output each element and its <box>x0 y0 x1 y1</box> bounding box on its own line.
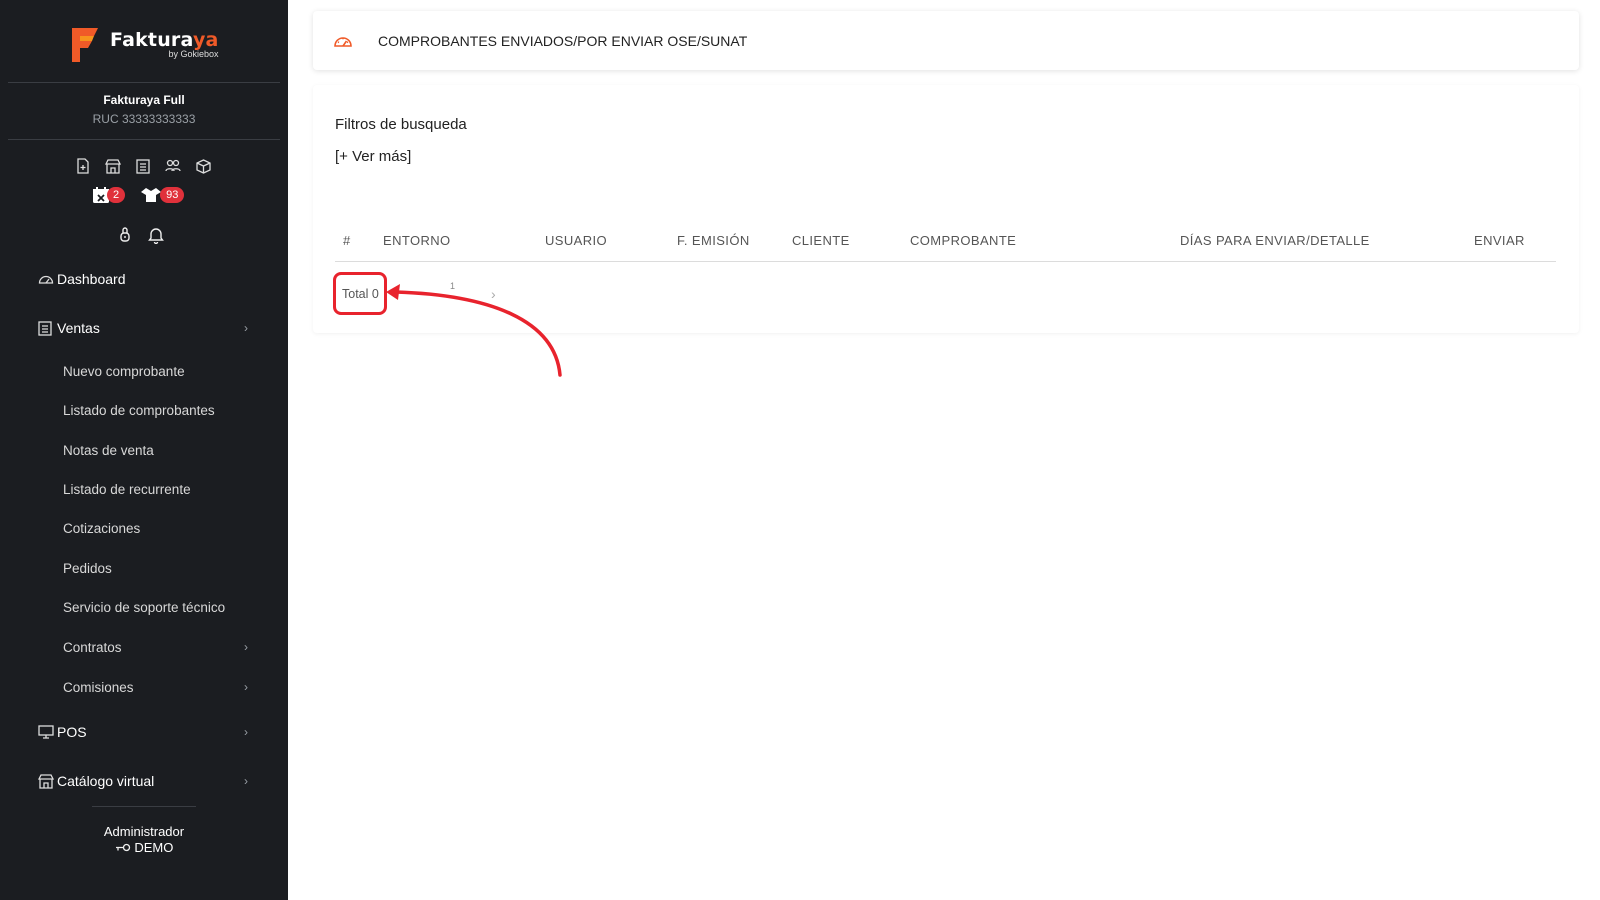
sidebar-item-label: POS <box>57 724 87 740</box>
monitor-icon <box>38 724 54 740</box>
key-icon <box>115 843 130 852</box>
sidebar-subitem-comisiones[interactable]: Comisiones › <box>63 680 248 695</box>
divider <box>92 806 196 807</box>
column-header-comprobante: COMPROBANTE <box>910 233 1017 248</box>
sidebar-subitem-contratos[interactable]: Contratos › <box>63 640 248 655</box>
user-actions <box>119 226 165 244</box>
sidebar-subitem-label: Contratos <box>63 640 122 655</box>
column-header-fecha-emision: F. EMISIÓN <box>677 233 750 248</box>
quick-actions <box>74 157 212 175</box>
store-icon[interactable] <box>104 157 122 175</box>
sidebar-subitem-label: Comisiones <box>63 680 134 695</box>
page-header: COMPROBANTES ENVIADOS/POR ENVIAR OSE/SUN… <box>313 11 1579 70</box>
brand-name: Fakturaya <box>110 29 219 51</box>
gauge-icon <box>333 30 355 52</box>
sidebar-subitem-notas-venta[interactable]: Notas de venta <box>63 443 248 458</box>
sidebar-item-ventas[interactable]: Ventas › <box>38 320 248 336</box>
sidebar-subitem-listado-recurrente[interactable]: Listado de recurrente <box>63 482 248 497</box>
chevron-right-icon: › <box>244 725 248 739</box>
sidebar-item-label: Ventas <box>57 320 100 336</box>
sidebar-subitem-soporte-tecnico[interactable]: Servicio de soporte técnico <box>63 600 248 615</box>
column-header-cliente: CLIENTE <box>792 233 850 248</box>
user-name-row: DEMO <box>0 840 288 856</box>
bell-icon[interactable] <box>147 226 165 244</box>
company-name: Fakturaya Full <box>103 93 185 107</box>
receipt-icon <box>38 320 54 336</box>
divider <box>8 82 280 83</box>
notification-badges: 2 93 <box>92 186 185 204</box>
brand-byline: by Gokiebox <box>168 49 219 59</box>
sidebar-item-dashboard[interactable]: Dashboard <box>38 271 248 287</box>
chevron-right-icon: › <box>244 640 248 654</box>
divider <box>8 139 280 140</box>
stock-alert[interactable]: 93 <box>139 187 185 203</box>
sidebar-subitem-cotizaciones[interactable]: Cotizaciones <box>63 521 248 536</box>
brand-logo[interactable]: Fakturaya by Gokiebox <box>68 24 219 64</box>
calendar-badge-count: 2 <box>107 187 126 203</box>
sidebar-item-catalogo-virtual[interactable]: Catálogo virtual › <box>38 773 248 789</box>
sidebar-subitem-nuevo-comprobante[interactable]: Nuevo comprobante <box>63 364 248 379</box>
page-title: COMPROBANTES ENVIADOS/POR ENVIAR OSE/SUN… <box>378 32 748 49</box>
chevron-right-icon: › <box>244 680 248 694</box>
table-header: # ENTORNO USUARIO F. EMISIÓN CLIENTE COM… <box>335 225 1556 262</box>
chevron-right-icon: › <box>244 321 248 335</box>
stock-badge-count: 93 <box>160 187 185 203</box>
sidebar-subitem-listado-comprobantes[interactable]: Listado de comprobantes <box>63 403 248 418</box>
annotation-highlight-box <box>333 272 387 315</box>
column-header-entorno: ENTORNO <box>383 233 451 248</box>
document-plus-icon[interactable] <box>74 157 92 175</box>
box-icon[interactable] <box>194 157 212 175</box>
filters-title: Filtros de busqueda <box>335 116 467 133</box>
receipt-icon[interactable] <box>134 157 152 175</box>
sidebar-subitem-pedidos[interactable]: Pedidos <box>63 561 248 576</box>
column-header-number: # <box>343 233 351 248</box>
sidebar-item-pos[interactable]: POS › <box>38 724 248 740</box>
annotation-arrow-icon <box>386 284 562 377</box>
show-more-filters-link[interactable]: [+ Ver más] <box>335 148 411 165</box>
sidebar-item-label: Dashboard <box>57 271 126 287</box>
column-header-enviar: ENVIAR <box>1474 233 1525 248</box>
fakturaya-logo-icon <box>68 24 102 64</box>
users-icon[interactable] <box>164 157 182 175</box>
gauge-icon <box>38 271 54 287</box>
user-info[interactable]: Administrador DEMO <box>0 824 288 856</box>
column-header-dias-enviar: DÍAS PARA ENVIAR/DETALLE <box>1180 233 1370 248</box>
sidebar-item-label: Catálogo virtual <box>57 773 155 789</box>
chevron-right-icon: › <box>244 774 248 788</box>
store-icon <box>38 773 54 789</box>
column-header-usuario: USUARIO <box>545 233 608 248</box>
calendar-alert[interactable]: 2 <box>92 186 126 204</box>
lock-icon[interactable] <box>119 226 131 243</box>
sidebar: Fakturaya by Gokiebox Fakturaya Full RUC… <box>0 0 288 900</box>
user-name: DEMO <box>134 840 174 855</box>
company-ruc: RUC 33333333333 <box>92 112 196 126</box>
user-role: Administrador <box>103 824 185 839</box>
